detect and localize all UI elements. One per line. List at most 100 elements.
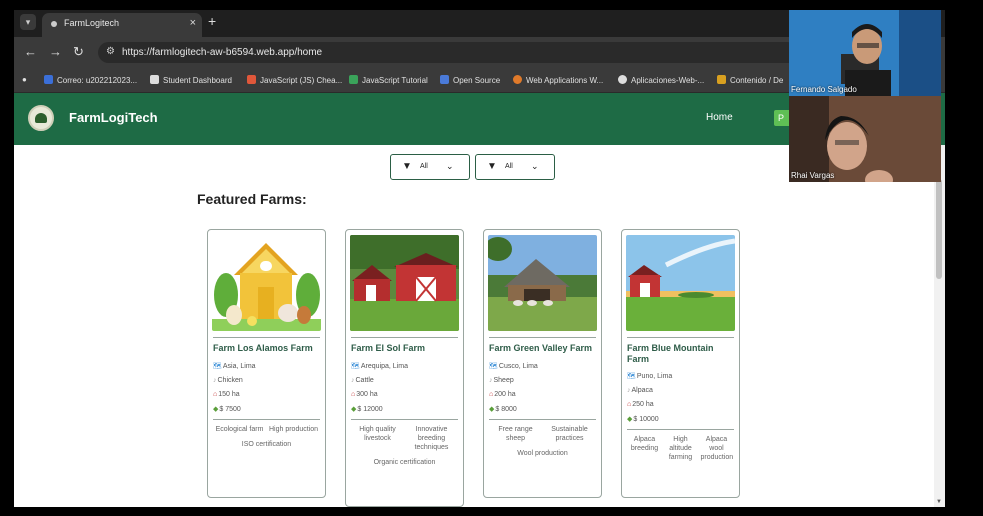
- bookmark-correo[interactable]: Correo: u202212023...: [44, 75, 137, 85]
- money-icon: ◆: [351, 406, 357, 413]
- bookmark-open-source[interactable]: Open Source: [440, 75, 500, 85]
- participant-name: Fernando Salgado: [791, 85, 857, 94]
- filter-value: All: [420, 163, 428, 170]
- participant-video: [789, 10, 941, 96]
- page-scrollbar[interactable]: ▼: [934, 145, 945, 507]
- money-icon: ◆: [213, 406, 219, 413]
- feature-tag: Innovative breeding techniques: [414, 426, 449, 451]
- forward-arrow-icon[interactable]: →: [49, 44, 62, 59]
- barn-icon: ⌂: [351, 391, 356, 398]
- orange-circle-icon: [513, 75, 522, 84]
- feature-tag: Alpaca wool production: [700, 436, 734, 461]
- farm-animal: ♪Chicken: [213, 377, 243, 384]
- farm-features: Alpaca breeding High altitude farming Al…: [626, 435, 735, 466]
- farm-price: ◆$ 7500: [213, 406, 241, 413]
- feature-tag: Ecological farm: [215, 426, 264, 433]
- farm-features: Free range sheep Sustainable practices W…: [488, 425, 597, 462]
- filter-icon: ▼: [487, 161, 497, 172]
- farm-image: [350, 235, 459, 331]
- brand-name[interactable]: FarmLogiTech: [69, 110, 158, 125]
- feature-tag: Sustainable practices: [551, 426, 588, 442]
- featured-farms-heading: Featured Farms:: [197, 191, 307, 207]
- farm-price: ◆$ 12000: [351, 406, 383, 413]
- farm-image: [626, 235, 735, 331]
- participant-video: [789, 96, 941, 182]
- nav-home-link[interactable]: Home: [706, 112, 733, 123]
- certification-tag: Wool production: [517, 450, 568, 457]
- feature-tag: Free range sheep: [498, 426, 533, 442]
- bookmark-contenido[interactable]: Contenido / De: [717, 75, 783, 85]
- farm-card[interactable]: Farm Los Alamos Farm 🗺Asia, Lima ♪Chicke…: [207, 229, 326, 498]
- farm-location: 🗺Arequipa, Lima: [351, 363, 408, 370]
- video-tile-rhai: Rhai Vargas: [789, 96, 941, 182]
- farm-name[interactable]: Farm El Sol Farm: [350, 343, 459, 355]
- new-tab-icon[interactable]: +: [208, 13, 216, 29]
- apple-icon[interactable]: ●: [22, 75, 27, 84]
- reload-icon[interactable]: ↻: [73, 44, 84, 60]
- filter-value: All: [505, 163, 513, 170]
- scrollbar-thumb[interactable]: [936, 179, 942, 279]
- farm-card[interactable]: Farm El Sol Farm 🗺Arequipa, Lima ♪Cattle…: [345, 229, 464, 507]
- farm-location: 🗺Asia, Lima: [213, 363, 256, 370]
- map-icon: 🗺: [489, 363, 498, 370]
- mail-icon: [44, 75, 53, 84]
- farm-image: [488, 235, 597, 331]
- filter-dropdown-2[interactable]: ▼ All ⌄: [475, 154, 555, 180]
- animal-icon: ♪: [351, 377, 355, 384]
- chart-icon: [717, 75, 726, 84]
- video-tile-fernando: Fernando Salgado: [789, 10, 941, 96]
- farm-animal: ♪Cattle: [351, 377, 374, 384]
- barn-icon: ⌂: [489, 391, 494, 398]
- filter-dropdown-1[interactable]: ▼ All ⌄: [390, 154, 470, 180]
- url-text: https://farmlogitech-aw-b6594.web.app/ho…: [122, 47, 323, 58]
- chevron-down-icon: ⌄: [531, 161, 539, 171]
- farm-features: High quality livestock Innovative breedi…: [350, 425, 459, 471]
- farm-name[interactable]: Farm Blue Mountain Farm: [626, 343, 735, 365]
- farm-area: ⌂250 ha: [627, 401, 654, 408]
- url-field[interactable]: ⚙ https://farmlogitech-aw-b6594.web.app/…: [98, 42, 798, 63]
- browser-tab[interactable]: FarmLogitech ×: [42, 13, 202, 37]
- farm-location: 🗺Puno, Lima: [627, 373, 673, 380]
- bookmark-js-tutorial[interactable]: JavaScript Tutorial: [349, 75, 428, 85]
- farm-card[interactable]: Farm Blue Mountain Farm 🗺Puno, Lima ♪Alp…: [621, 229, 740, 498]
- farm-image: [212, 235, 321, 331]
- feature-tag: High quality livestock: [359, 426, 396, 442]
- farm-card[interactable]: Farm Green Valley Farm 🗺Cusco, Lima ♪She…: [483, 229, 602, 498]
- farm-area: ⌂200 ha: [489, 391, 516, 398]
- tab-search-icon[interactable]: ▾: [20, 14, 36, 30]
- animal-icon: ♪: [489, 377, 493, 384]
- scroll-down-icon[interactable]: ▼: [936, 499, 942, 505]
- certification-tag: ISO certification: [241, 441, 292, 448]
- farm-area: ⌂300 ha: [351, 391, 378, 398]
- feature-tag: Alpaca breeding: [630, 436, 659, 452]
- farm-price: ◆$ 8000: [489, 406, 517, 413]
- feature-tag: High production: [268, 426, 319, 433]
- farm-name[interactable]: Farm Los Alamos Farm: [212, 343, 321, 355]
- farm-name[interactable]: Farm Green Valley Farm: [488, 343, 597, 355]
- bookmark-web-applications[interactable]: Web Applications W...: [513, 75, 603, 85]
- site-settings-icon[interactable]: ⚙: [106, 46, 115, 57]
- bookmark-aplicaciones-web[interactable]: Aplicaciones-Web-...: [618, 75, 704, 85]
- money-icon: ◆: [489, 406, 495, 413]
- money-icon: ◆: [627, 416, 633, 423]
- certification-tag: Organic certification: [373, 459, 436, 466]
- farm-animal: ♪Sheep: [489, 377, 514, 384]
- map-icon: 🗺: [627, 373, 636, 380]
- w3-icon: [349, 75, 358, 84]
- farm-area: ⌂150 ha: [213, 391, 240, 398]
- farm-animal: ♪Alpaca: [627, 387, 653, 394]
- participant-name: Rhai Vargas: [791, 171, 835, 180]
- chevron-down-icon: ⌄: [446, 161, 454, 171]
- docs-icon: [440, 75, 449, 84]
- farm-price: ◆$ 10000: [627, 416, 659, 423]
- barn-icon: ⌂: [627, 401, 632, 408]
- tab-close-icon[interactable]: ×: [190, 17, 196, 29]
- farm-logo-icon[interactable]: [28, 105, 54, 131]
- bookmark-student-dashboard[interactable]: Student Dashboard: [150, 75, 232, 85]
- js-icon: [247, 75, 256, 84]
- back-arrow-icon[interactable]: ←: [24, 44, 37, 59]
- tab-favicon-icon: [51, 21, 57, 27]
- feature-tag: High altitude farming: [668, 436, 693, 461]
- farm-features: Ecological farm High production ISO cert…: [212, 425, 321, 453]
- bookmark-js-cheatsheet[interactable]: JavaScript (JS) Chea...: [247, 75, 342, 85]
